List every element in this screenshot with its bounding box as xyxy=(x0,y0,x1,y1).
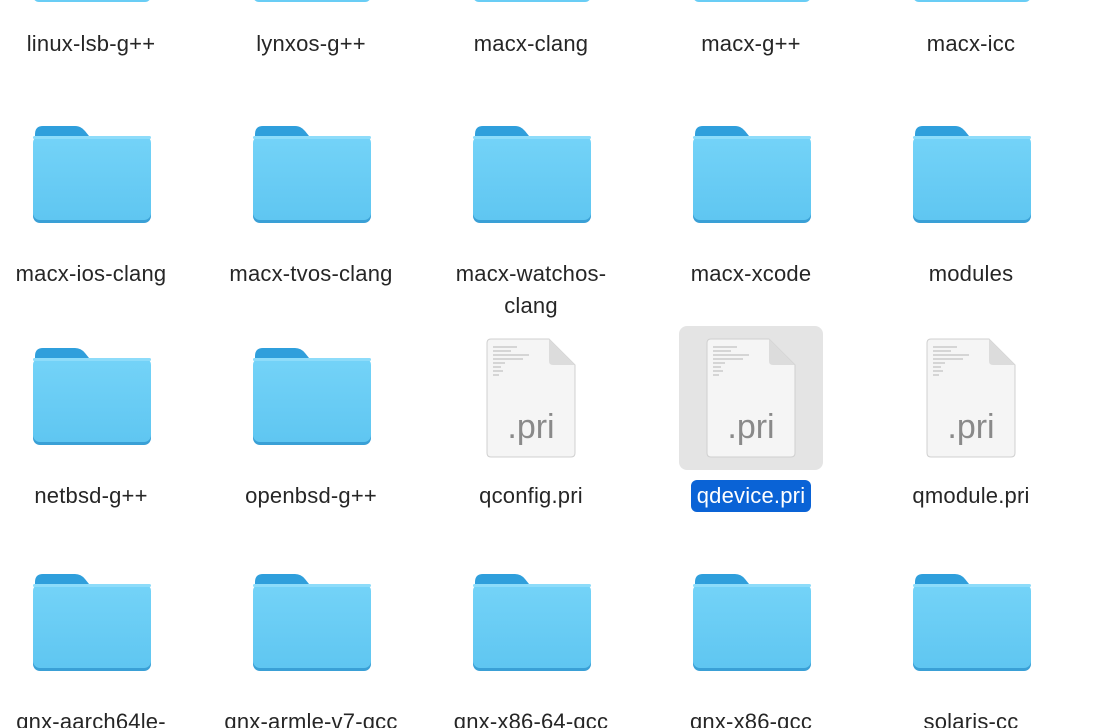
document-icon: .pri xyxy=(899,326,1043,470)
file-name: qnx-x86-64-qcc xyxy=(453,709,609,728)
file-item[interactable]: modules xyxy=(861,104,1081,290)
file-name: openbsd-g++ xyxy=(245,483,377,508)
folder-icon xyxy=(19,552,163,696)
document-icon: .pri xyxy=(679,326,823,470)
file-name: macx-xcode xyxy=(690,261,812,286)
file-item[interactable]: .pri qmodule.pri xyxy=(861,326,1081,512)
file-item[interactable]: macx-xcode xyxy=(641,104,861,290)
folder-icon xyxy=(899,552,1043,696)
folder-icon xyxy=(899,104,1043,248)
document-icon: .pri xyxy=(459,326,603,470)
file-item-selected[interactable]: .pri qdevice.pri xyxy=(641,326,861,512)
file-item[interactable]: linux-lsb-g++ xyxy=(0,28,201,60)
folder-icon xyxy=(679,552,823,696)
file-item[interactable]: qnx-x86-64-qcc xyxy=(421,552,641,728)
folder-icon xyxy=(239,552,383,696)
file-item[interactable]: qnx-aarch64le- xyxy=(0,552,201,728)
file-item[interactable]: netbsd-g++ xyxy=(0,326,201,512)
file-item[interactable]: macx-tvos-clang xyxy=(201,104,421,290)
file-name: qnx-aarch64le- xyxy=(16,709,166,728)
file-item[interactable]: macx-icc xyxy=(861,28,1081,60)
file-name: macx-icc xyxy=(926,31,1016,56)
folder-icon xyxy=(19,104,163,248)
file-item[interactable]: lynxos-g++ xyxy=(201,28,421,60)
file-name: lynxos-g++ xyxy=(256,31,366,56)
file-name: qnx-armle-v7-qcc xyxy=(224,709,398,728)
file-name: macx-watchos- clang xyxy=(450,258,613,322)
file-name: macx-clang xyxy=(473,31,589,56)
file-name: macx-g++ xyxy=(701,31,801,56)
file-name: macx-tvos-clang xyxy=(229,261,393,286)
file-item[interactable]: solaris-cc xyxy=(861,552,1081,728)
file-extension: .pri xyxy=(727,408,775,446)
file-item[interactable]: macx-g++ xyxy=(641,28,861,60)
folder-icon xyxy=(459,104,603,248)
file-name-line: macx-watchos- xyxy=(455,261,607,286)
file-name: qmodule.pri xyxy=(912,483,1030,508)
file-item[interactable]: qnx-x86-qcc xyxy=(641,552,861,728)
file-item[interactable]: macx-ios-clang xyxy=(0,104,201,290)
folder-icon xyxy=(679,104,823,248)
file-name: solaris-cc xyxy=(923,709,1019,728)
file-item[interactable]: openbsd-g++ xyxy=(201,326,421,512)
folder-icon xyxy=(459,552,603,696)
file-name: qdevice.pri xyxy=(690,480,812,512)
folder-icon xyxy=(19,326,163,470)
file-name: macx-ios-clang xyxy=(15,261,167,286)
file-name: modules xyxy=(928,261,1014,286)
file-item[interactable]: .pri qconfig.pri xyxy=(421,326,641,512)
file-item[interactable]: qnx-armle-v7-qcc xyxy=(201,552,421,728)
cut-off-icons-row xyxy=(34,0,1030,2)
file-name: qconfig.pri xyxy=(479,483,583,508)
file-name: netbsd-g++ xyxy=(34,483,148,508)
file-extension: .pri xyxy=(507,408,555,446)
finder-icon-grid: linux-lsb-g++ lynxos-g++ macx-clang macx… xyxy=(0,0,1098,728)
file-item[interactable]: macx-clang xyxy=(421,28,641,60)
file-name-line: clang xyxy=(504,293,558,318)
file-item[interactable]: macx-watchos- clang xyxy=(421,104,641,322)
file-name: qnx-x86-qcc xyxy=(689,709,813,728)
file-name: linux-lsb-g++ xyxy=(26,31,156,56)
file-extension: .pri xyxy=(947,408,995,446)
folder-icon xyxy=(239,104,383,248)
folder-icon xyxy=(239,326,383,470)
